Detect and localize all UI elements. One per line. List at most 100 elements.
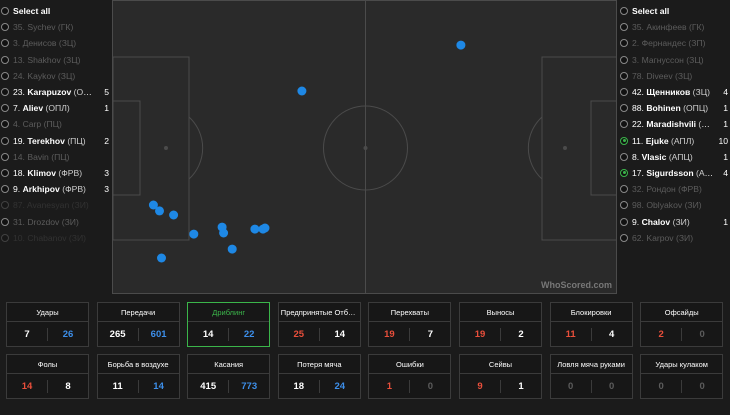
radio-icon[interactable] [1,152,9,161]
stat-tile[interactable]: Дриблинг 14 22 [187,302,271,347]
stat-tile[interactable]: Офсайды 2 0 [640,302,724,347]
stat-tile[interactable]: Выносы 19 2 [459,302,542,347]
radio-icon[interactable] [620,185,628,194]
event-dot[interactable] [155,206,164,216]
radio-icon[interactable] [620,136,628,145]
player-row[interactable]: 11. Ejuke (АПЛ) 10 [620,133,728,149]
player-row[interactable]: 42. Щенников (ЗЦ) 4 [620,84,728,100]
player-row[interactable]: 9. Arkhipov (ФРВ) 3 [1,181,109,197]
stat-tile[interactable]: Ловля мяча руками 0 0 [549,354,633,399]
stat-tile[interactable]: Ошибки 1 0 [368,354,452,399]
stat-values: 18 24 [279,374,360,399]
radio-icon[interactable] [1,55,9,64]
radio-icon[interactable] [620,152,628,161]
stat-tile[interactable]: Борьба в воздухе 11 14 [96,354,180,399]
radio-icon[interactable] [1,7,9,16]
event-dot[interactable] [227,244,237,254]
radio-icon[interactable] [620,217,628,226]
stat-tile[interactable]: Фолы 14 8 [6,354,89,399]
player-event-count: 1 [104,103,109,114]
stat-tile[interactable]: Перехваты 19 7 [368,302,452,347]
radio-icon[interactable] [620,71,628,80]
radio-icon[interactable] [1,201,9,210]
radio-icon[interactable] [620,120,628,129]
home-value: 19 [474,329,486,340]
stat-tile[interactable]: Касания 415 773 [187,354,271,399]
radio-icon[interactable] [1,233,9,242]
radio-icon[interactable] [620,23,628,32]
player-row[interactable]: 9. Chalov (ЗИ) 1 [620,213,728,229]
radio-icon[interactable] [620,7,628,16]
radio-icon[interactable] [620,233,628,242]
radio-icon[interactable] [1,120,9,129]
select-all-option[interactable]: Select all [620,3,728,19]
player-name: 42. Щенников (ЗЦ) [632,87,710,98]
player-row[interactable]: 88. Bohinen (ОПЦ) 1 [620,100,728,116]
event-dot[interactable] [297,86,307,96]
player-row[interactable]: 14. Bavin (ПЦ) [1,149,109,165]
player-row[interactable]: 62. Karpov (ЗИ) [620,230,728,246]
stat-values: 91 [460,374,541,399]
radio-icon[interactable] [1,136,9,145]
event-dot[interactable] [169,210,179,220]
player-row[interactable]: 35. Акинфеев (ГК) [620,19,728,35]
radio-icon[interactable] [1,88,9,97]
radio-icon[interactable] [1,71,9,80]
event-dot[interactable] [260,223,270,233]
radio-icon[interactable] [1,168,9,177]
stat-values: 19 7 [369,322,450,347]
player-row[interactable]: 18. Klimov (ФРВ) 3 [1,165,109,181]
player-row[interactable]: 24. Kaykov (ЗЦ) [1,68,109,84]
radio-icon[interactable] [1,185,9,194]
player-event-count: 4 [723,87,728,98]
player-row[interactable]: 87. Avanesyan (ЗИ) [1,197,109,213]
event-dot[interactable] [157,253,166,263]
stat-label: Перехваты [369,303,451,322]
radio-icon[interactable] [1,217,9,226]
radio-icon[interactable] [620,55,628,64]
player-row[interactable]: 17. Sigurdsson (АП... 4 [620,165,728,181]
player-row[interactable]: 19. Terekhov (ПЦ) 2 [1,133,109,149]
player-row[interactable]: 98. Oblyakov (ЗИ) [620,197,728,213]
player-row[interactable]: 7. Aliev (ОПЛ) 1 [1,100,109,116]
player-row[interactable]: 23. Karapuzov (ОПЛ) 5 [1,84,109,100]
radio-icon[interactable] [1,23,9,32]
stat-tile[interactable]: Предпринятые Отбо... 25 14 [277,302,361,347]
player-row[interactable]: 3. Денисов (ЗЦ) [1,35,109,51]
player-row[interactable]: 4. Carp (ПЦ) [1,116,109,132]
radio-icon[interactable] [620,88,628,97]
stat-tile[interactable]: Передачи 265 601 [96,302,180,347]
radio-icon[interactable] [620,201,628,210]
stat-tile[interactable]: Сейвы 9 1 [459,354,542,399]
event-dot[interactable] [189,229,199,239]
home-value: 11 [112,381,123,392]
player-row[interactable]: 22. Maradishvili (ОПЦ) 1 [620,116,728,132]
stat-tile[interactable]: Блокировки 11 4 [549,302,633,347]
player-row[interactable]: 35. Sychev (ГК) [1,19,109,35]
player-name: 13. Shakhov (ЗЦ) [13,54,81,65]
player-name: 32. Рондон (ФРВ) [632,184,702,195]
event-dot[interactable] [219,228,229,238]
stat-tile[interactable]: Удары кулаком 0 0 [640,354,724,399]
select-all-option[interactable]: Select all [1,3,109,19]
player-row[interactable]: 3. Магнуссон (ЗЦ) [620,52,728,68]
player-row[interactable]: 78. Diveev (ЗЦ) [620,68,728,84]
player-row[interactable]: 10. Chabanov (ЗИ) [1,230,109,246]
stat-tile[interactable]: Удары 7 26 [6,302,89,347]
player-row[interactable]: 32. Рондон (ФРВ) [620,181,728,197]
away-value: 14 [334,329,346,340]
event-dot[interactable] [456,40,466,50]
radio-icon[interactable] [1,104,9,113]
player-row[interactable]: 8. Vlasic (АПЦ) 1 [620,149,728,165]
player-row[interactable]: 31. Drozdov (ЗИ) [1,213,109,229]
player-row[interactable]: 13. Shakhov (ЗЦ) [1,52,109,68]
player-row[interactable]: 2. Фернандес (ЗП) [620,35,728,51]
stat-label: Потеря мяча [278,355,360,374]
radio-icon[interactable] [1,39,9,48]
radio-icon[interactable] [620,104,628,113]
player-name: 88. Bohinen (ОПЦ) [632,103,709,114]
stat-tile[interactable]: Потеря мяча 18 24 [277,354,361,399]
event-dot[interactable] [250,224,260,234]
radio-icon[interactable] [620,39,628,48]
radio-icon[interactable] [620,168,628,177]
